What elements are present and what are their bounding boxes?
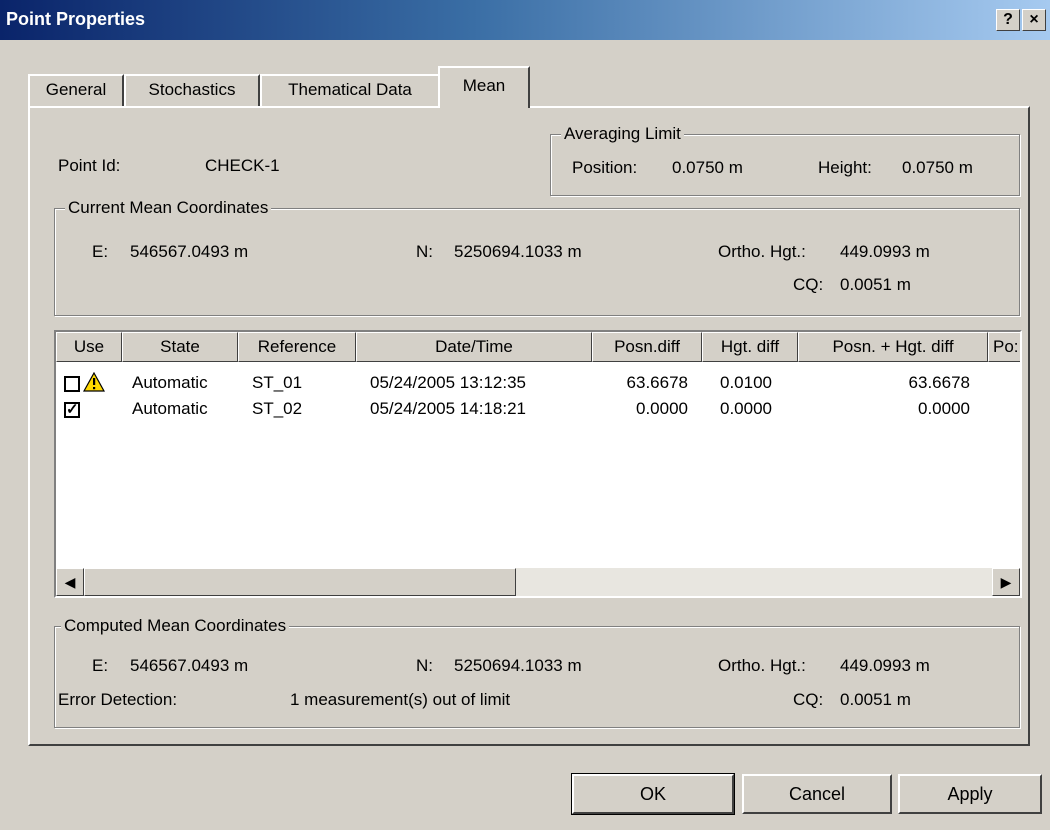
point-id-label: Point Id: bbox=[58, 156, 121, 175]
computed-cq-label: CQ: bbox=[793, 690, 824, 709]
scroll-right-button[interactable]: ▶ bbox=[992, 568, 1020, 596]
computed-ortho-label: Ortho. Hgt.: bbox=[718, 656, 806, 675]
computed-cq-value: 0.0051 m bbox=[840, 690, 911, 709]
position-limit-value: 0.0750 m bbox=[672, 158, 743, 177]
height-limit-label: Height: bbox=[818, 158, 872, 177]
current-ortho-label: Ortho. Hgt.: bbox=[718, 242, 806, 261]
row-2-posn-hgt-diff: 0.0000 bbox=[918, 399, 970, 418]
window-title: Point Properties bbox=[6, 9, 146, 29]
current-cq-label: CQ: bbox=[793, 275, 824, 294]
use-checkbox-row-2[interactable]: ✓ bbox=[64, 402, 80, 418]
current-cq-value: 0.0051 m bbox=[840, 275, 911, 294]
column-header-state[interactable]: State bbox=[122, 332, 238, 362]
row-2-hgt-diff: 0.0000 bbox=[720, 399, 772, 418]
close-button[interactable]: × bbox=[1022, 9, 1046, 31]
column-header-reference[interactable]: Reference bbox=[238, 332, 356, 362]
horizontal-scrollbar[interactable]: ◀ ▶ bbox=[56, 568, 1020, 596]
row-1-state: Automatic bbox=[132, 373, 208, 392]
column-header-hgt-diff[interactable]: Hgt. diff bbox=[702, 332, 798, 362]
row-1-reference: ST_01 bbox=[252, 373, 303, 392]
title-bar[interactable]: Point Properties ? × bbox=[0, 0, 1050, 40]
scrollbar-thumb[interactable] bbox=[84, 568, 516, 596]
help-button[interactable]: ? bbox=[996, 9, 1020, 31]
current-e-label: E: bbox=[92, 242, 109, 261]
apply-button[interactable]: Apply bbox=[898, 774, 1042, 814]
row-2-posn-diff: 0.0000 bbox=[636, 399, 688, 418]
cancel-button[interactable]: Cancel bbox=[742, 774, 892, 814]
row-1-posn-diff: 63.6678 bbox=[626, 373, 688, 392]
error-detection-value: 1 measurement(s) out of limit bbox=[290, 690, 511, 709]
tab-mean[interactable]: Mean bbox=[438, 66, 530, 108]
measurement-list[interactable]: Use State Reference Date/Time Posn.diff … bbox=[54, 330, 1022, 598]
point-id-value: CHECK-1 bbox=[205, 156, 280, 175]
computed-e-label: E: bbox=[92, 656, 109, 675]
current-n-value: 5250694.1033 m bbox=[454, 242, 582, 261]
current-e-value: 546567.0493 m bbox=[130, 242, 249, 261]
tab-stochastics[interactable]: Stochastics bbox=[124, 74, 260, 106]
column-header-posn-diff[interactable]: Posn.diff bbox=[592, 332, 702, 362]
error-detection-label: Error Detection: bbox=[58, 690, 178, 709]
computed-n-label: N: bbox=[416, 656, 433, 675]
row-2-state: Automatic bbox=[132, 399, 208, 418]
row-2-datetime: 05/24/2005 14:18:21 bbox=[370, 399, 526, 418]
computed-n-value: 5250694.1033 m bbox=[454, 656, 582, 675]
computed-e-value: 546567.0493 m bbox=[130, 656, 249, 675]
arrow-right-icon: ▶ bbox=[1000, 574, 1012, 590]
row-2-reference: ST_02 bbox=[252, 399, 303, 418]
ok-button[interactable]: OK bbox=[571, 773, 735, 815]
column-header-po[interactable]: Po: bbox=[988, 332, 1020, 362]
row-1-datetime: 05/24/2005 13:12:35 bbox=[370, 373, 526, 392]
computed-mean-group: Computed Mean Coordinates bbox=[54, 616, 1020, 728]
tab-thematical-data[interactable]: Thematical Data bbox=[260, 74, 440, 106]
computed-ortho-value: 449.0993 m bbox=[840, 656, 930, 675]
warning-icon bbox=[83, 372, 105, 392]
current-n-label: N: bbox=[416, 242, 433, 261]
row-1-posn-hgt-diff: 63.6678 bbox=[908, 373, 970, 392]
tab-general[interactable]: General bbox=[28, 74, 124, 106]
averaging-limit-legend: Averaging Limit bbox=[561, 124, 684, 144]
row-1-hgt-diff: 0.0100 bbox=[720, 373, 772, 392]
current-mean-legend: Current Mean Coordinates bbox=[65, 198, 272, 218]
scroll-left-button[interactable]: ◀ bbox=[56, 568, 84, 596]
height-limit-value: 0.0750 m bbox=[902, 158, 973, 177]
position-limit-label: Position: bbox=[572, 158, 638, 177]
computed-mean-legend: Computed Mean Coordinates bbox=[61, 616, 290, 636]
use-checkbox-row-1[interactable] bbox=[64, 376, 80, 392]
column-header-datetime[interactable]: Date/Time bbox=[356, 332, 592, 362]
current-ortho-value: 449.0993 m bbox=[840, 242, 930, 261]
column-header-posn-hgt-diff[interactable]: Posn. + Hgt. diff bbox=[798, 332, 988, 362]
current-mean-group: Current Mean Coordinates bbox=[54, 198, 1020, 316]
column-header-use[interactable]: Use bbox=[56, 332, 122, 362]
check-icon: ✓ bbox=[66, 401, 79, 418]
arrow-left-icon: ◀ bbox=[64, 574, 76, 590]
